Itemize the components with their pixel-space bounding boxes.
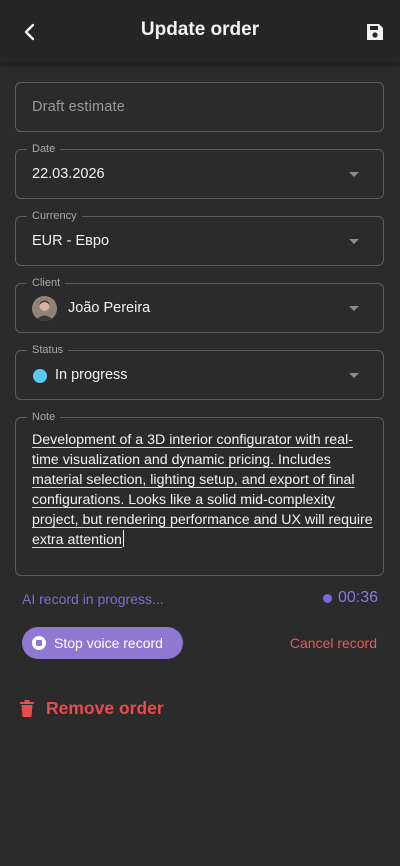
stop-icon xyxy=(32,636,46,650)
chevron-down-icon xyxy=(349,172,359,177)
ai-record-status: AI record in progress... xyxy=(22,591,164,607)
currency-label: Currency xyxy=(27,209,82,223)
stop-voice-record-button[interactable]: Stop voice record xyxy=(22,627,183,659)
client-select[interactable]: Client João Pereira xyxy=(15,276,384,333)
remove-order-button[interactable]: Remove order xyxy=(20,695,164,721)
remove-order-label: Remove order xyxy=(46,697,164,718)
order-name-placeholder: Draft estimate xyxy=(32,99,126,115)
client-value: João Pereira xyxy=(68,300,151,316)
client-label: Client xyxy=(27,276,66,290)
chevron-down-icon xyxy=(349,306,359,311)
date-field[interactable]: Date 22.03.2026 xyxy=(15,142,384,199)
record-timer: 00:36 xyxy=(322,589,378,607)
status-label: Status xyxy=(27,343,69,357)
currency-value: EUR - Евро xyxy=(32,233,110,249)
save-icon xyxy=(367,24,383,40)
note-text-wrapper: Development of a 3D interior configurato… xyxy=(32,430,377,550)
note-text: Development of a 3D interior configurato… xyxy=(32,432,373,548)
text-caret xyxy=(122,530,124,547)
app-header: Update order xyxy=(0,0,400,62)
page-title: Update order xyxy=(140,19,260,40)
status-dot xyxy=(33,369,47,383)
status-value: In progress xyxy=(55,367,128,383)
chevron-down-icon xyxy=(349,239,359,244)
recording-dot-icon xyxy=(322,593,332,603)
date-value: 22.03.2026 xyxy=(32,166,105,182)
avatar xyxy=(32,296,57,321)
cancel-record-button[interactable]: Cancel record xyxy=(290,635,377,651)
chevron-down-icon xyxy=(349,373,359,378)
trash-icon xyxy=(20,699,34,717)
stop-voice-record-label: Stop voice record xyxy=(54,635,163,651)
record-timer-value: 00:36 xyxy=(337,589,378,606)
status-select[interactable]: Status In progress xyxy=(15,343,384,400)
order-name-field[interactable]: Draft estimate xyxy=(15,82,384,132)
note-textarea[interactable]: Note Development of a 3D interior config… xyxy=(15,410,384,576)
note-label: Note xyxy=(27,410,61,424)
save-button[interactable] xyxy=(360,17,390,47)
currency-select[interactable]: Currency EUR - Евро xyxy=(15,209,384,266)
date-label: Date xyxy=(27,142,61,156)
